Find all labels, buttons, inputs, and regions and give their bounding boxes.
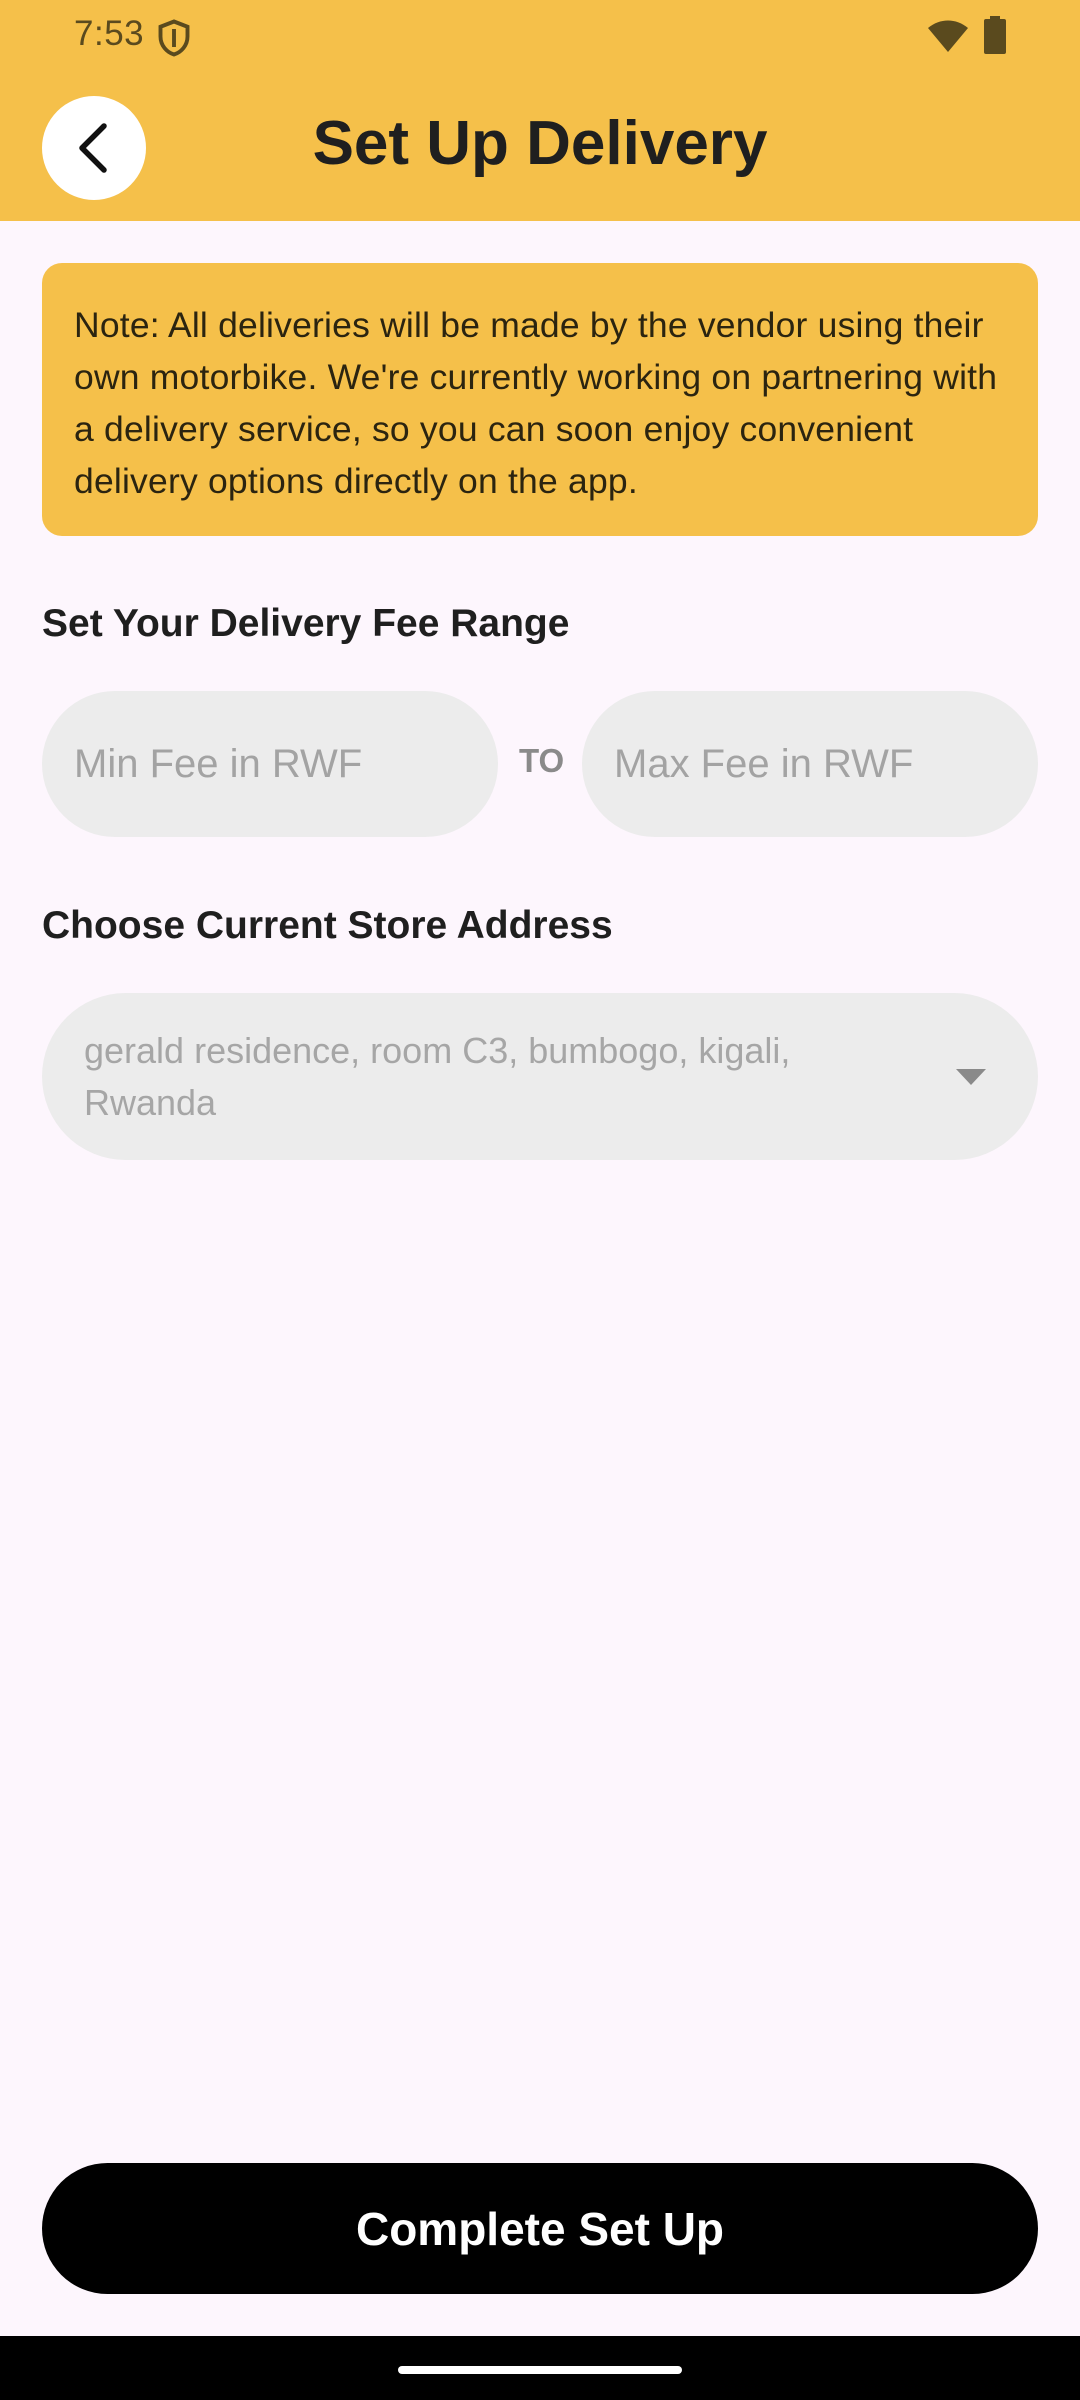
delivery-note: Note: All deliveries will be made by the… (42, 263, 1038, 536)
store-address-dropdown[interactable]: gerald residence, room C3, bumbogo, kiga… (42, 993, 1038, 1160)
store-address-value: gerald residence, room C3, bumbogo, kiga… (84, 1029, 791, 1123)
home-indicator[interactable] (398, 2366, 682, 2374)
wifi-icon (928, 20, 968, 52)
app-bar: 7:53 Set Up Delivery (0, 0, 1080, 221)
dropdown-arrow-icon (956, 1068, 986, 1085)
system-navigation-bar (0, 2336, 1080, 2400)
fee-range-label: Set Your Delivery Fee Range (42, 602, 570, 645)
page-title: Set Up Delivery (312, 109, 768, 178)
battery-icon (984, 16, 1006, 54)
shield-icon (158, 19, 190, 57)
store-address-label: Choose Current Store Address (42, 904, 613, 947)
delivery-note-text: Note: All deliveries will be made by the… (74, 305, 998, 501)
range-separator: TO (519, 742, 565, 779)
max-fee-input[interactable] (582, 691, 1038, 837)
min-fee-input[interactable] (42, 691, 498, 837)
status-time: 7:53 (74, 14, 145, 53)
complete-setup-button[interactable]: Complete Set Up (42, 2163, 1038, 2294)
